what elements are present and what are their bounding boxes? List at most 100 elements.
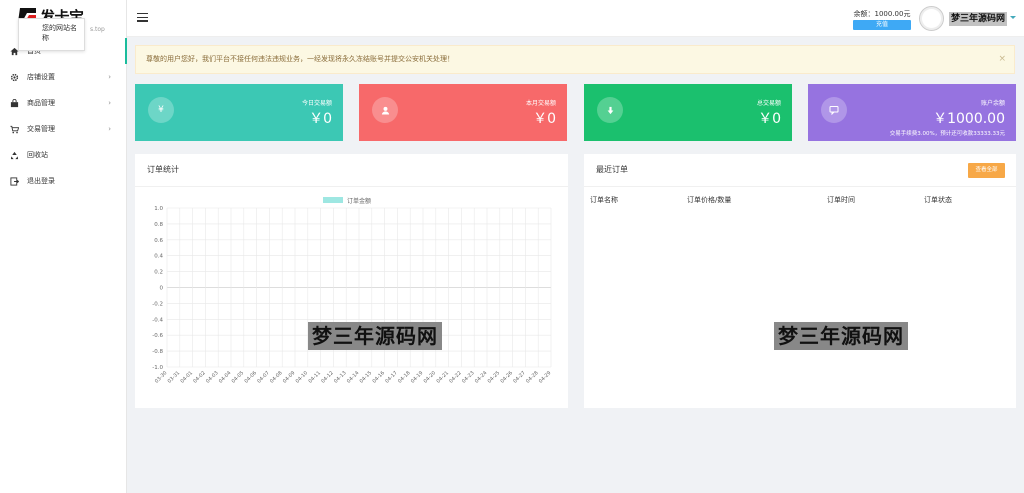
balance-text: 余额：1000.00元 bbox=[853, 10, 911, 18]
avatar[interactable] bbox=[919, 6, 944, 31]
x-tick-label: 04-13 bbox=[333, 370, 348, 385]
bag-icon bbox=[10, 98, 19, 108]
x-tick-label: 04-17 bbox=[384, 370, 399, 385]
stat-label: 总交易额 bbox=[756, 100, 781, 107]
x-tick-label: 04-26 bbox=[499, 370, 514, 385]
order-stats-panel: 订单统计 订单金额 1.0 0.8 0.6 0.4 0.2 0 -0.2 -0.4 -0.6 -0.… bbox=[135, 154, 568, 408]
x-tick-label: 04-22 bbox=[448, 370, 463, 385]
sidebar-item-label: 交易管理 bbox=[27, 125, 55, 133]
recharge-button[interactable]: 充值 bbox=[853, 20, 911, 30]
column-header-time: 订单时间 bbox=[827, 196, 855, 204]
divider bbox=[584, 186, 1016, 187]
y-tick-label: -1.0 bbox=[152, 365, 163, 371]
site-name-tooltip: 您的网站名称 bbox=[18, 18, 85, 51]
x-tick-label: 04-03 bbox=[205, 370, 220, 385]
x-tick-label: 03-31 bbox=[167, 370, 182, 385]
x-tick-label: 04-28 bbox=[525, 370, 540, 385]
stat-label: 账户余额 bbox=[980, 100, 1005, 107]
watermark: 梦三年源码网 bbox=[774, 322, 908, 350]
menu-toggle-icon[interactable] bbox=[137, 13, 148, 22]
sidebar-item-label: 回收站 bbox=[27, 151, 48, 159]
stat-label: 本月交易额 bbox=[525, 100, 556, 107]
y-tick-label: -0.4 bbox=[152, 317, 163, 323]
view-all-button[interactable]: 查看全部 bbox=[968, 163, 1005, 178]
stat-card-month: 本月交易额 ￥0 bbox=[359, 84, 567, 141]
sidebar-item-shop-settings[interactable]: 店铺设置 › bbox=[0, 64, 127, 90]
y-tick-label: 1.0 bbox=[154, 206, 163, 212]
x-tick-label: 04-19 bbox=[410, 370, 425, 385]
caret-down-icon[interactable] bbox=[1010, 16, 1016, 19]
order-chart: 订单金额 1.0 0.8 0.6 0.4 0.2 0 -0.2 -0.4 -0.6 -0.8 -1.0… bbox=[152, 197, 553, 385]
x-tick-label: 04-12 bbox=[320, 370, 335, 385]
alert-text: 尊敬的用户您好，我们平台不接任何违法违规业务，一经发现将永久冻结账号并提交公安机… bbox=[146, 55, 454, 63]
stat-card-balance: 账户余额 ￥1000.00 交易手续费3.00%，预计还可收款33333.33元 bbox=[808, 84, 1016, 141]
y-tick-label: 0.2 bbox=[154, 270, 163, 276]
y-tick-label: 0 bbox=[160, 286, 164, 292]
sidebar-nav: 首页 店铺设置 › 商品管理 › 交易管理 › 回收站 退出登录 bbox=[0, 38, 127, 194]
fee-note: 交易手续费3.00%，预计还可收款33333.33元 bbox=[889, 131, 1005, 137]
x-tick-label: 04-01 bbox=[179, 370, 194, 385]
y-tick-label: 0.8 bbox=[154, 222, 163, 228]
x-tick-label: 04-20 bbox=[423, 370, 438, 385]
user-icon bbox=[372, 97, 398, 123]
x-tick-label: 04-02 bbox=[192, 370, 207, 385]
x-tick-label: 04-27 bbox=[512, 370, 527, 385]
x-tick-label: 04-29 bbox=[538, 370, 553, 385]
x-tick-label: 04-14 bbox=[346, 370, 361, 385]
chevron-right-icon: › bbox=[108, 125, 111, 133]
sidebar-item-label: 店铺设置 bbox=[27, 73, 55, 81]
x-tick-label: 04-10 bbox=[295, 370, 310, 385]
stat-value: ￥1000.00 bbox=[933, 111, 1005, 127]
stat-value: ￥0 bbox=[758, 111, 781, 127]
x-tick-label: 03-30 bbox=[154, 370, 169, 385]
stat-value: ￥0 bbox=[309, 111, 332, 127]
download-icon bbox=[597, 97, 623, 123]
close-icon[interactable]: × bbox=[998, 46, 1006, 73]
x-tick-label: 04-21 bbox=[435, 370, 450, 385]
yen-icon: ¥ bbox=[148, 97, 174, 123]
cart-icon bbox=[10, 125, 19, 134]
username[interactable]: 梦三年源码网 bbox=[949, 12, 1008, 26]
x-tick-label: 04-15 bbox=[359, 370, 374, 385]
x-tick-label: 04-16 bbox=[371, 370, 386, 385]
column-header-price: 订单价格/数量 bbox=[687, 196, 732, 204]
x-tick-label: 04-23 bbox=[461, 370, 476, 385]
y-tick-label: -0.2 bbox=[152, 301, 163, 307]
column-header-name: 订单名称 bbox=[590, 196, 618, 204]
x-tick-label: 04-05 bbox=[231, 370, 246, 385]
y-tick-label: 0.6 bbox=[154, 238, 163, 244]
y-tick-label: -0.8 bbox=[152, 349, 163, 355]
legend-label: 订单金额 bbox=[347, 197, 371, 205]
panel-title: 最近订单 bbox=[596, 165, 628, 174]
x-tick-label: 04-06 bbox=[243, 370, 258, 385]
chevron-right-icon: › bbox=[108, 73, 111, 81]
logout-icon bbox=[10, 176, 19, 186]
watermark: 梦三年源码网 bbox=[308, 322, 442, 350]
stat-label: 今日交易额 bbox=[301, 100, 332, 107]
chat-icon bbox=[821, 97, 847, 123]
x-tick-label: 04-04 bbox=[218, 370, 233, 385]
y-tick-label: -0.6 bbox=[152, 333, 163, 339]
x-tick-label: 04-25 bbox=[487, 370, 502, 385]
stat-card-today: ¥ 今日交易额 ￥0 bbox=[135, 84, 343, 141]
sidebar-item-products[interactable]: 商品管理 › bbox=[0, 90, 127, 116]
x-tick-label: 04-09 bbox=[282, 370, 297, 385]
x-tick-label: 04-18 bbox=[397, 370, 412, 385]
y-tick-label: 0.4 bbox=[154, 254, 163, 260]
stat-card-total: 总交易额 ￥0 bbox=[584, 84, 792, 141]
sidebar-item-trades[interactable]: 交易管理 › bbox=[0, 116, 127, 142]
recent-orders-panel: 最近订单 查看全部 订单名称 订单价格/数量 订单时间 订单状态 梦三年源码网 bbox=[584, 154, 1016, 408]
gear-icon bbox=[10, 73, 19, 82]
x-tick-label: 04-07 bbox=[256, 370, 271, 385]
sidebar-item-logout[interactable]: 退出登录 bbox=[0, 168, 127, 194]
topbar: 余额：1000.00元 充值 梦三年源码网 bbox=[127, 0, 1024, 37]
sidebar: 发卡宝 s.top 您的网站名称 首页 店铺设置 › 商品管理 › 交易管理 ›… bbox=[0, 0, 127, 493]
column-header-status: 订单状态 bbox=[924, 196, 952, 204]
x-tick-label: 04-08 bbox=[269, 370, 284, 385]
warning-alert: 尊敬的用户您好，我们平台不接任何违法违规业务，一经发现将永久冻结账号并提交公安机… bbox=[135, 45, 1015, 74]
x-tick-label: 04-24 bbox=[474, 370, 489, 385]
stat-value: ￥0 bbox=[533, 111, 556, 127]
brand-sub: s.top bbox=[90, 26, 105, 33]
sidebar-item-recycle-bin[interactable]: 回收站 bbox=[0, 142, 127, 168]
chevron-right-icon: › bbox=[108, 99, 111, 107]
